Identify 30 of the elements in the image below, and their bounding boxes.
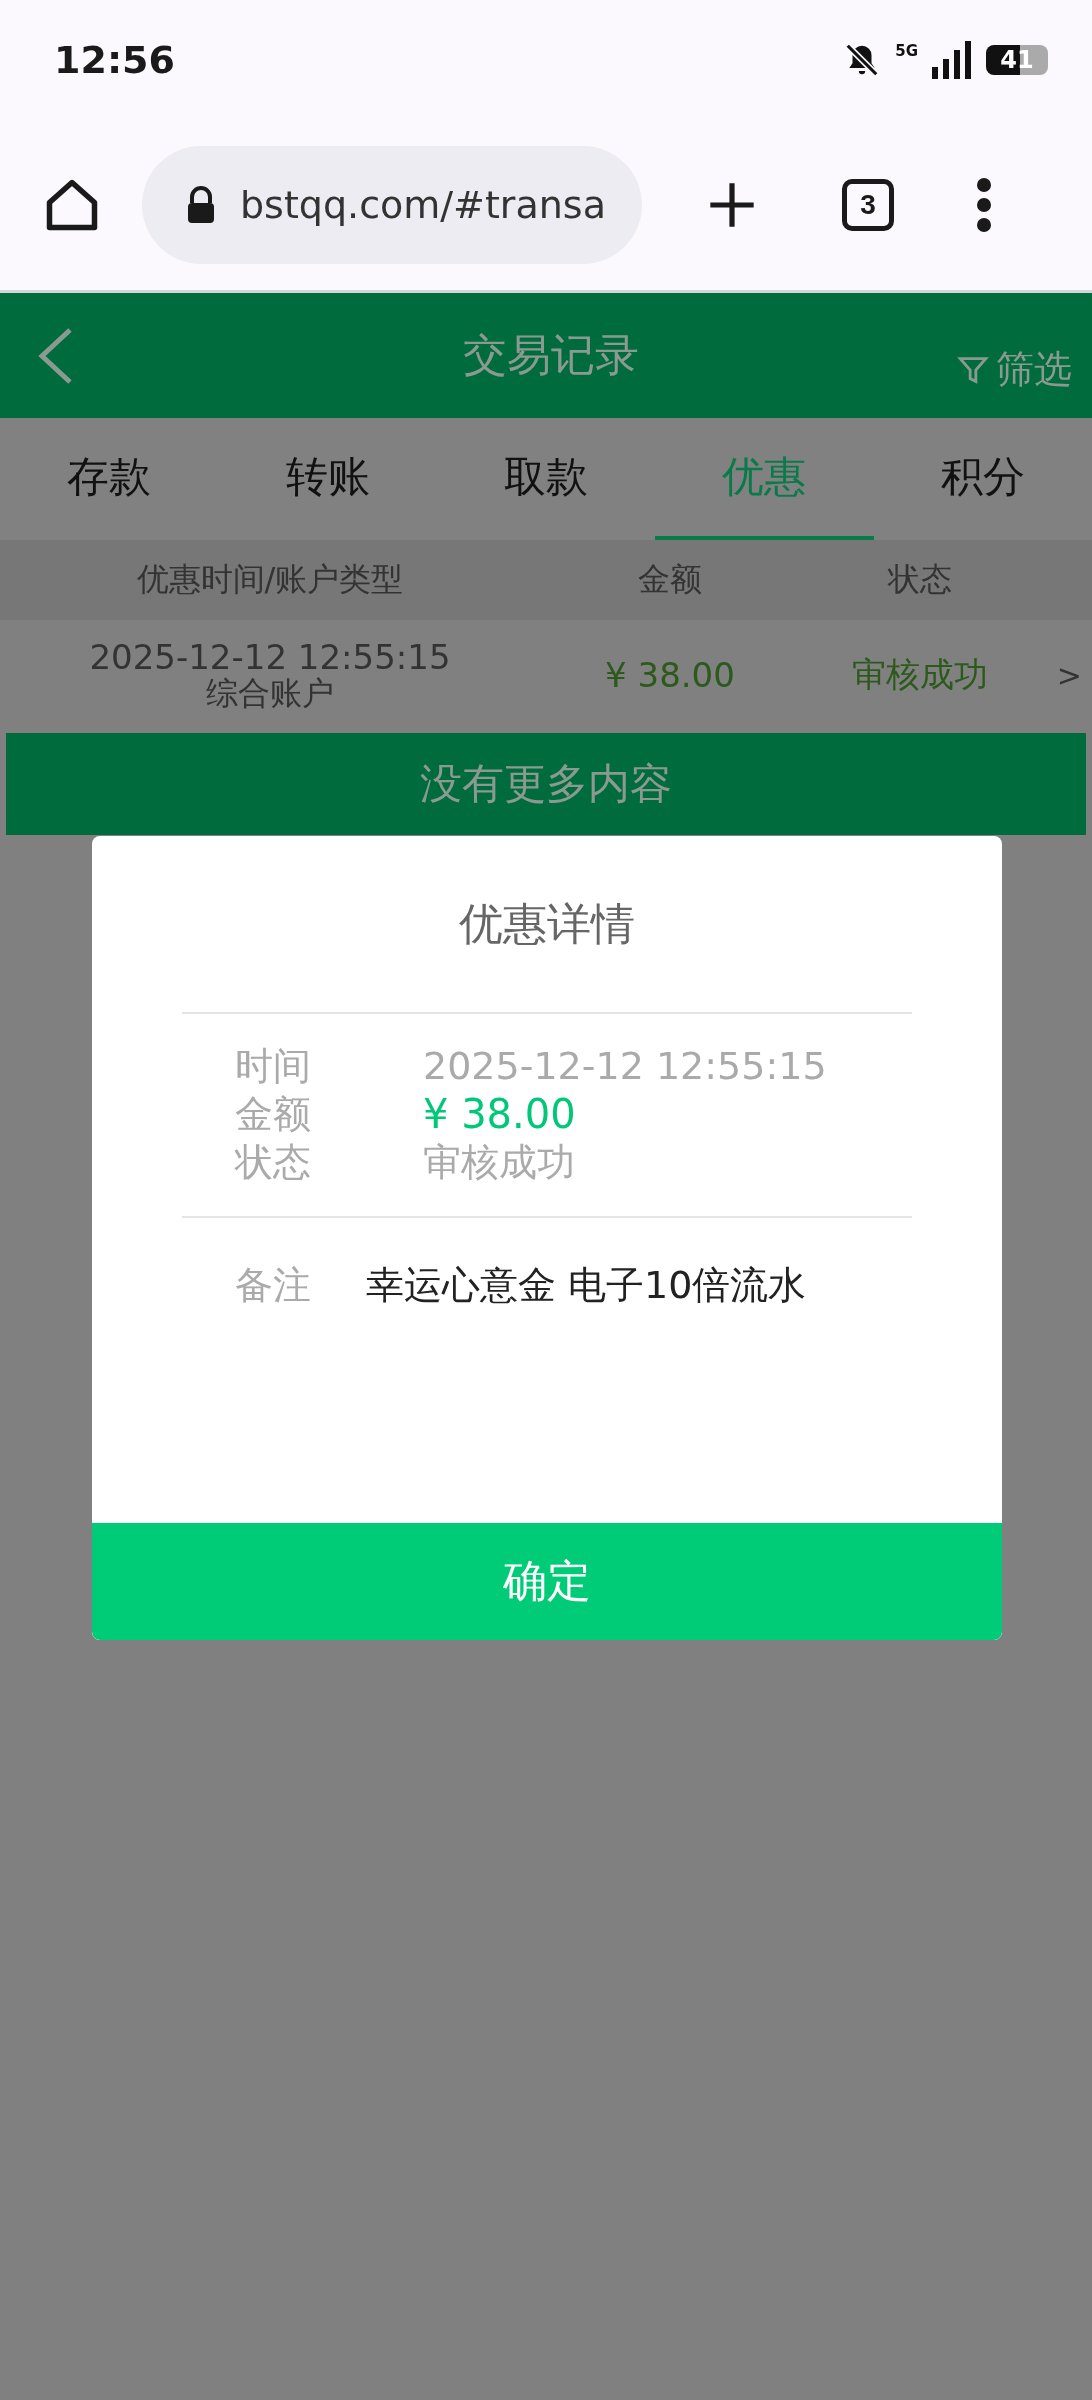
- note-label: 备注: [235, 1262, 312, 1309]
- address-bar[interactable]: bstqq.com/#transa: [142, 146, 642, 264]
- column-header: 优惠时间/账户类型: [135, 559, 405, 600]
- url-text: bstqq.com/#transa: [240, 183, 606, 227]
- field-label: 金额: [235, 1090, 312, 1138]
- signal-icon: [932, 41, 972, 79]
- tab[interactable]: 转账: [218, 418, 437, 540]
- no-more-notice: 没有更多内容: [6, 733, 1086, 835]
- record-amount: ¥ 38.00: [604, 655, 736, 695]
- column-header: 状态: [886, 559, 953, 600]
- tab[interactable]: 积分: [873, 418, 1092, 540]
- field-label: 时间: [235, 1042, 312, 1090]
- dialog-title: 优惠详情: [459, 896, 635, 951]
- tab[interactable]: 存款: [0, 418, 219, 540]
- field-value: ¥ 38.00: [423, 1091, 576, 1137]
- record-time: 2025-12-12 12:55:15: [89, 638, 451, 677]
- field-label: 状态: [235, 1138, 312, 1186]
- column-header: 金额: [637, 559, 703, 600]
- field-value: 2025-12-12 12:55:15: [423, 1044, 827, 1088]
- lock-icon: [186, 185, 216, 225]
- network-type: 5G: [895, 42, 918, 60]
- page-title: 交易记录: [462, 328, 640, 382]
- row-arrow[interactable]: >: [1040, 657, 1092, 693]
- tab[interactable]: 取款: [436, 418, 656, 540]
- field-value: 审核成功: [423, 1138, 575, 1186]
- record-status: 审核成功: [851, 653, 989, 696]
- account-type: 综合账户: [206, 676, 334, 712]
- status-time: 12:56: [54, 38, 175, 82]
- note-value: 幸运心意金 电子10倍流水: [366, 1262, 807, 1309]
- tab-count-button[interactable]: 3: [842, 179, 894, 231]
